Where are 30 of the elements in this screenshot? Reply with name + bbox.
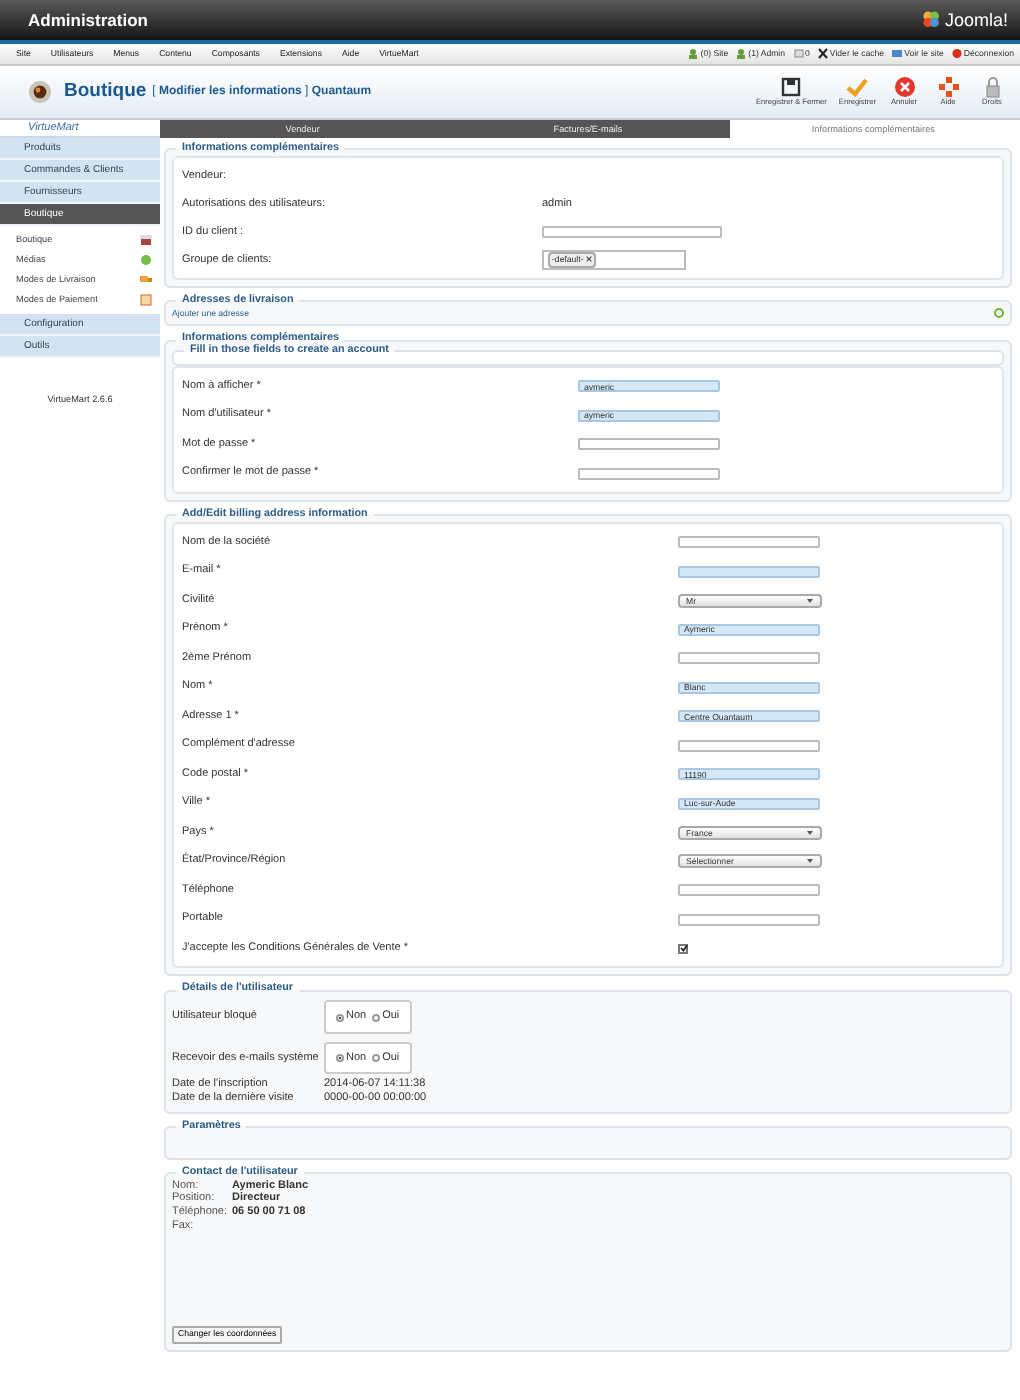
- input-field[interactable]: [678, 913, 820, 926]
- input-field[interactable]: [678, 565, 820, 578]
- lock-icon: [981, 76, 1003, 99]
- help-icon: [937, 76, 959, 99]
- logo-text: Joomla!: [944, 9, 1008, 31]
- input-field[interactable]: [678, 884, 820, 897]
- users-icon: [736, 48, 747, 60]
- input-field[interactable]: [542, 225, 722, 238]
- caret-icon: [806, 597, 814, 604]
- remove-icon[interactable]: [585, 256, 592, 263]
- page-title: Boutique: [64, 80, 147, 104]
- monitor-icon: [892, 48, 903, 60]
- admin-title: Administration: [28, 9, 148, 31]
- input-field[interactable]: [678, 739, 820, 752]
- add-icon[interactable]: [994, 307, 1004, 318]
- media-icon: [140, 254, 152, 266]
- checkbox[interactable]: [678, 943, 688, 954]
- cancel-icon: [893, 76, 915, 99]
- input-field[interactable]: [678, 652, 820, 665]
- check-icon: [679, 944, 687, 953]
- power-icon: [951, 48, 962, 60]
- check-icon: [846, 76, 869, 99]
- users-icon: [688, 48, 699, 60]
- caret-icon: [806, 829, 814, 836]
- input-field[interactable]: [578, 438, 720, 451]
- save-icon: [780, 76, 803, 99]
- input-field[interactable]: [678, 536, 820, 549]
- caret-icon: [806, 858, 814, 865]
- joomla-logo-icon: [922, 10, 941, 29]
- input-field[interactable]: [578, 467, 720, 480]
